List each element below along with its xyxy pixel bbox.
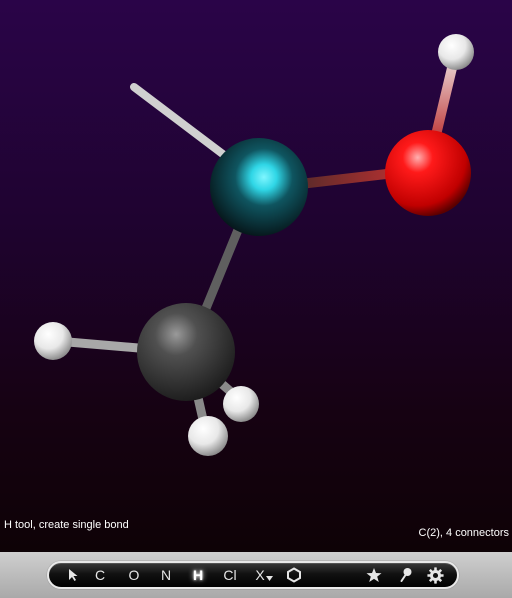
bond-c2-h-stub[interactable] — [130, 83, 232, 162]
select-arrow-icon[interactable] — [66, 565, 80, 585]
tool-hydrogen[interactable]: H — [190, 565, 206, 585]
atom-h-b[interactable] — [188, 416, 228, 456]
tool-chlorine[interactable]: Cl — [220, 565, 240, 585]
toolbar-area: C O N H Cl X — [0, 552, 512, 598]
tool-other-element-label: X — [255, 567, 265, 583]
atom-info-text: C(2), 4 connectors — [418, 527, 509, 539]
tool-status-text: H tool, create single bond — [4, 519, 129, 531]
atom-oxygen[interactable] — [385, 130, 471, 216]
pin-icon[interactable] — [398, 565, 414, 585]
gear-icon[interactable] — [426, 565, 444, 585]
toolbar: C O N H Cl X — [47, 561, 459, 589]
tool-nitrogen[interactable]: N — [158, 565, 174, 585]
atom-carbon-2-selected[interactable] — [210, 138, 308, 236]
molecule-3d-view[interactable] — [0, 0, 512, 552]
atom-h-a[interactable] — [34, 322, 72, 360]
dropdown-triangle-icon — [265, 576, 273, 581]
ring-hexagon-icon[interactable] — [285, 565, 303, 585]
tool-oxygen[interactable]: O — [126, 565, 142, 585]
bond-o-h[interactable] — [431, 63, 457, 140]
molecule-viewport[interactable]: H tool, create single bond C(2), 4 conne… — [0, 0, 512, 552]
atom-carbon-1[interactable] — [137, 303, 235, 401]
bond-c2-c1[interactable] — [197, 220, 245, 323]
bond-c2-o[interactable] — [295, 168, 400, 189]
atom-h-oh[interactable] — [438, 34, 474, 70]
tool-carbon[interactable]: C — [93, 565, 107, 585]
molecule-editor-app: H tool, create single bond C(2), 4 conne… — [0, 0, 512, 598]
atom-h-c[interactable] — [223, 386, 259, 422]
tool-other-element[interactable]: X — [252, 565, 276, 585]
star-icon[interactable] — [365, 565, 383, 585]
